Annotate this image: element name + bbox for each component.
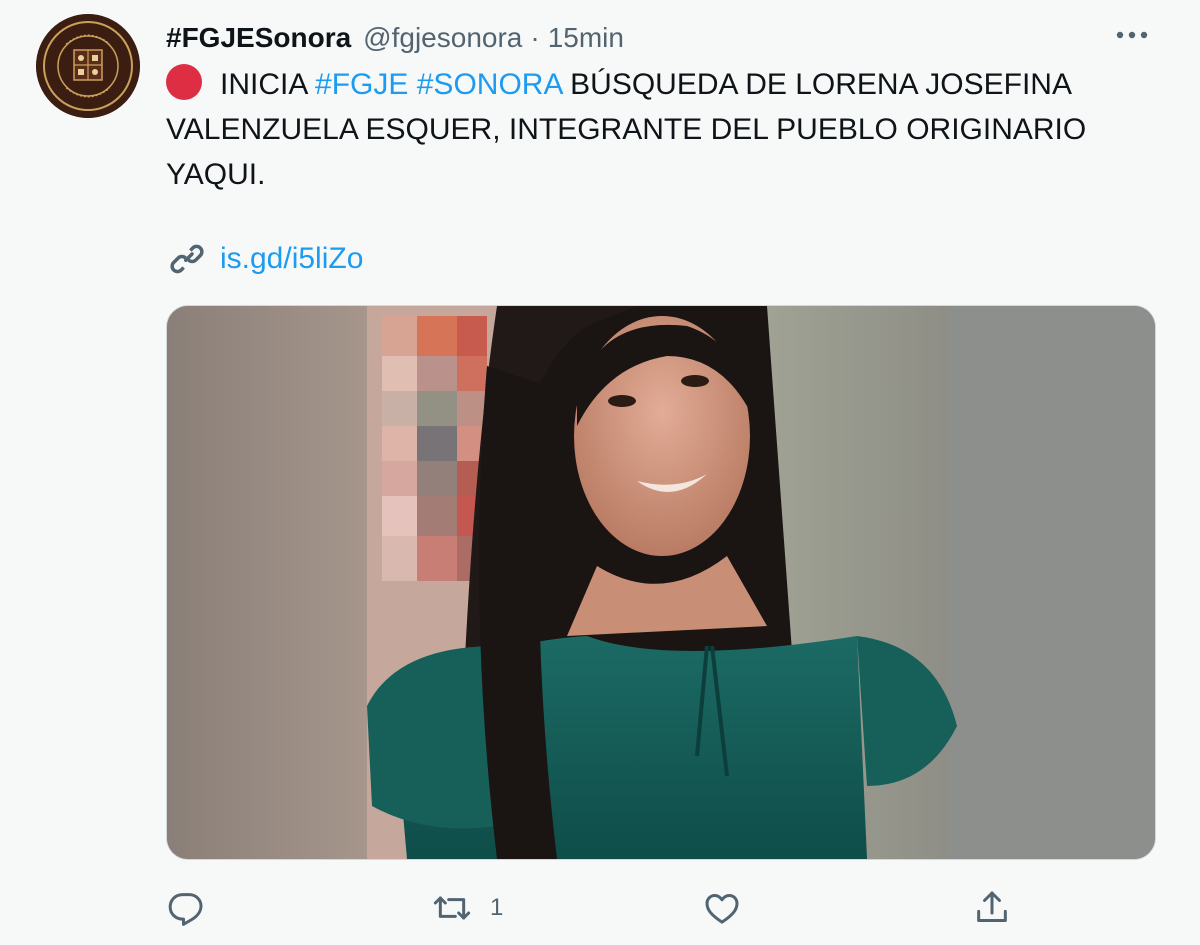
red-circle-emoji	[166, 64, 202, 100]
reply-icon	[168, 893, 203, 926]
like-button[interactable]	[702, 886, 760, 930]
separator: ·	[530, 22, 540, 53]
text-suffix: BÚSQUEDA DE LORENA JOSEFINA	[570, 68, 1072, 101]
link-text[interactable]: is.gd/i5liZo	[220, 242, 363, 276]
text-prefix: INICIA	[220, 68, 307, 101]
tweet-text-line-2: VALENZUELA ESQUER, INTEGRANTE DEL PUEBLO…	[166, 113, 1087, 146]
hashtag-fgje[interactable]: #FGJE	[315, 68, 408, 101]
tweet[interactable]: #FGJESonora @fgjesonora · 15min INICIA #…	[0, 0, 1200, 945]
retweet-button[interactable]: 1	[432, 886, 503, 930]
tweet-actions: 1	[166, 880, 1026, 940]
agency-seal-logo	[36, 14, 140, 118]
tweet-text: INICIA #FGJE #SONORA BÚSQUEDA DE LORENA …	[166, 62, 1156, 197]
avatar[interactable]	[36, 14, 140, 118]
handle[interactable]: @fgjesonora	[363, 22, 522, 54]
hashtag-sonora[interactable]: #SONORA	[417, 68, 562, 101]
heart-icon	[705, 894, 739, 924]
tweet-photo[interactable]	[166, 305, 1156, 860]
timestamp[interactable]: 15min	[548, 22, 624, 54]
tweet-text-line-1: INICIA #FGJE #SONORA BÚSQUEDA DE LORENA …	[166, 62, 1156, 107]
retweet-count: 1	[490, 894, 504, 921]
more-options-icon	[1116, 31, 1148, 39]
tweet-text-line-3: YAQUI.	[166, 158, 266, 191]
link-icon	[170, 244, 204, 274]
display-name[interactable]: #FGJESonora	[166, 22, 351, 54]
tweet-header: #FGJESonora @fgjesonora · 15min	[166, 18, 624, 58]
tweet-link[interactable]: is.gd/i5liZo	[166, 237, 363, 281]
retweet-icon	[433, 896, 471, 920]
share-button[interactable]	[972, 886, 1012, 930]
reply-button[interactable]	[166, 886, 224, 930]
photo-image	[167, 306, 1155, 859]
share-icon	[977, 891, 1007, 922]
more-options-button[interactable]	[1110, 20, 1154, 50]
